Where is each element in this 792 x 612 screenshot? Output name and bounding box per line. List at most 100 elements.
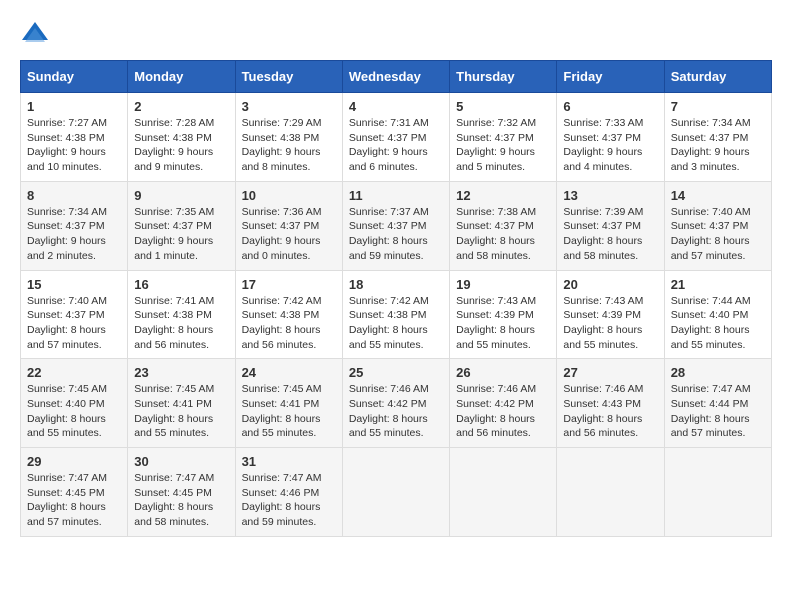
day-info: Sunrise: 7:40 AMSunset: 4:37 PMDaylight:… <box>671 205 765 264</box>
day-info: Sunrise: 7:39 AMSunset: 4:37 PMDaylight:… <box>563 205 657 264</box>
calendar-cell: 31 Sunrise: 7:47 AMSunset: 4:46 PMDaylig… <box>235 448 342 537</box>
day-number: 17 <box>242 277 336 292</box>
day-number: 28 <box>671 365 765 380</box>
day-info: Sunrise: 7:43 AMSunset: 4:39 PMDaylight:… <box>456 294 550 353</box>
day-info: Sunrise: 7:45 AMSunset: 4:40 PMDaylight:… <box>27 382 121 441</box>
page-header <box>20 20 772 50</box>
calendar-cell: 12 Sunrise: 7:38 AMSunset: 4:37 PMDaylig… <box>450 181 557 270</box>
calendar-cell: 11 Sunrise: 7:37 AMSunset: 4:37 PMDaylig… <box>342 181 449 270</box>
day-info: Sunrise: 7:45 AMSunset: 4:41 PMDaylight:… <box>134 382 228 441</box>
day-number: 3 <box>242 99 336 114</box>
logo-icon <box>20 20 50 50</box>
day-number: 21 <box>671 277 765 292</box>
day-number: 23 <box>134 365 228 380</box>
day-number: 1 <box>27 99 121 114</box>
day-number: 5 <box>456 99 550 114</box>
calendar-cell: 19 Sunrise: 7:43 AMSunset: 4:39 PMDaylig… <box>450 270 557 359</box>
day-number: 31 <box>242 454 336 469</box>
calendar-header-monday: Monday <box>128 61 235 93</box>
calendar-cell <box>450 448 557 537</box>
calendar-header-thursday: Thursday <box>450 61 557 93</box>
calendar-cell: 3 Sunrise: 7:29 AMSunset: 4:38 PMDayligh… <box>235 93 342 182</box>
day-info: Sunrise: 7:33 AMSunset: 4:37 PMDaylight:… <box>563 116 657 175</box>
day-number: 7 <box>671 99 765 114</box>
day-number: 25 <box>349 365 443 380</box>
day-info: Sunrise: 7:40 AMSunset: 4:37 PMDaylight:… <box>27 294 121 353</box>
calendar-cell: 15 Sunrise: 7:40 AMSunset: 4:37 PMDaylig… <box>21 270 128 359</box>
calendar-header-row: SundayMondayTuesdayWednesdayThursdayFrid… <box>21 61 772 93</box>
calendar-header-friday: Friday <box>557 61 664 93</box>
day-number: 24 <box>242 365 336 380</box>
calendar-cell: 7 Sunrise: 7:34 AMSunset: 4:37 PMDayligh… <box>664 93 771 182</box>
day-number: 13 <box>563 188 657 203</box>
day-number: 4 <box>349 99 443 114</box>
day-info: Sunrise: 7:28 AMSunset: 4:38 PMDaylight:… <box>134 116 228 175</box>
day-number: 9 <box>134 188 228 203</box>
day-number: 16 <box>134 277 228 292</box>
calendar-header-tuesday: Tuesday <box>235 61 342 93</box>
day-number: 12 <box>456 188 550 203</box>
calendar-cell: 20 Sunrise: 7:43 AMSunset: 4:39 PMDaylig… <box>557 270 664 359</box>
day-info: Sunrise: 7:47 AMSunset: 4:44 PMDaylight:… <box>671 382 765 441</box>
calendar-cell: 4 Sunrise: 7:31 AMSunset: 4:37 PMDayligh… <box>342 93 449 182</box>
calendar-cell: 24 Sunrise: 7:45 AMSunset: 4:41 PMDaylig… <box>235 359 342 448</box>
day-info: Sunrise: 7:32 AMSunset: 4:37 PMDaylight:… <box>456 116 550 175</box>
day-info: Sunrise: 7:47 AMSunset: 4:45 PMDaylight:… <box>134 471 228 530</box>
day-number: 22 <box>27 365 121 380</box>
day-number: 10 <box>242 188 336 203</box>
calendar-cell: 13 Sunrise: 7:39 AMSunset: 4:37 PMDaylig… <box>557 181 664 270</box>
day-number: 11 <box>349 188 443 203</box>
day-number: 6 <box>563 99 657 114</box>
calendar-cell: 30 Sunrise: 7:47 AMSunset: 4:45 PMDaylig… <box>128 448 235 537</box>
day-info: Sunrise: 7:47 AMSunset: 4:46 PMDaylight:… <box>242 471 336 530</box>
calendar-cell <box>342 448 449 537</box>
day-info: Sunrise: 7:37 AMSunset: 4:37 PMDaylight:… <box>349 205 443 264</box>
day-info: Sunrise: 7:35 AMSunset: 4:37 PMDaylight:… <box>134 205 228 264</box>
day-number: 26 <box>456 365 550 380</box>
calendar-cell: 27 Sunrise: 7:46 AMSunset: 4:43 PMDaylig… <box>557 359 664 448</box>
day-info: Sunrise: 7:41 AMSunset: 4:38 PMDaylight:… <box>134 294 228 353</box>
day-info: Sunrise: 7:34 AMSunset: 4:37 PMDaylight:… <box>27 205 121 264</box>
day-info: Sunrise: 7:44 AMSunset: 4:40 PMDaylight:… <box>671 294 765 353</box>
calendar-cell: 16 Sunrise: 7:41 AMSunset: 4:38 PMDaylig… <box>128 270 235 359</box>
calendar-cell <box>664 448 771 537</box>
day-number: 20 <box>563 277 657 292</box>
day-info: Sunrise: 7:36 AMSunset: 4:37 PMDaylight:… <box>242 205 336 264</box>
calendar-cell: 28 Sunrise: 7:47 AMSunset: 4:44 PMDaylig… <box>664 359 771 448</box>
day-info: Sunrise: 7:42 AMSunset: 4:38 PMDaylight:… <box>242 294 336 353</box>
day-number: 30 <box>134 454 228 469</box>
calendar-cell: 23 Sunrise: 7:45 AMSunset: 4:41 PMDaylig… <box>128 359 235 448</box>
day-info: Sunrise: 7:46 AMSunset: 4:42 PMDaylight:… <box>349 382 443 441</box>
logo <box>20 20 56 50</box>
day-info: Sunrise: 7:47 AMSunset: 4:45 PMDaylight:… <box>27 471 121 530</box>
calendar-cell: 26 Sunrise: 7:46 AMSunset: 4:42 PMDaylig… <box>450 359 557 448</box>
calendar-cell: 17 Sunrise: 7:42 AMSunset: 4:38 PMDaylig… <box>235 270 342 359</box>
day-number: 15 <box>27 277 121 292</box>
day-info: Sunrise: 7:31 AMSunset: 4:37 PMDaylight:… <box>349 116 443 175</box>
calendar-cell: 22 Sunrise: 7:45 AMSunset: 4:40 PMDaylig… <box>21 359 128 448</box>
calendar: SundayMondayTuesdayWednesdayThursdayFrid… <box>20 60 772 537</box>
calendar-cell: 29 Sunrise: 7:47 AMSunset: 4:45 PMDaylig… <box>21 448 128 537</box>
day-info: Sunrise: 7:45 AMSunset: 4:41 PMDaylight:… <box>242 382 336 441</box>
day-number: 18 <box>349 277 443 292</box>
calendar-cell: 10 Sunrise: 7:36 AMSunset: 4:37 PMDaylig… <box>235 181 342 270</box>
day-info: Sunrise: 7:46 AMSunset: 4:43 PMDaylight:… <box>563 382 657 441</box>
calendar-cell <box>557 448 664 537</box>
day-number: 2 <box>134 99 228 114</box>
calendar-cell: 21 Sunrise: 7:44 AMSunset: 4:40 PMDaylig… <box>664 270 771 359</box>
day-number: 27 <box>563 365 657 380</box>
day-info: Sunrise: 7:38 AMSunset: 4:37 PMDaylight:… <box>456 205 550 264</box>
calendar-cell: 18 Sunrise: 7:42 AMSunset: 4:38 PMDaylig… <box>342 270 449 359</box>
calendar-cell: 1 Sunrise: 7:27 AMSunset: 4:38 PMDayligh… <box>21 93 128 182</box>
calendar-cell: 25 Sunrise: 7:46 AMSunset: 4:42 PMDaylig… <box>342 359 449 448</box>
day-info: Sunrise: 7:42 AMSunset: 4:38 PMDaylight:… <box>349 294 443 353</box>
day-info: Sunrise: 7:29 AMSunset: 4:38 PMDaylight:… <box>242 116 336 175</box>
calendar-cell: 2 Sunrise: 7:28 AMSunset: 4:38 PMDayligh… <box>128 93 235 182</box>
calendar-cell: 9 Sunrise: 7:35 AMSunset: 4:37 PMDayligh… <box>128 181 235 270</box>
day-number: 8 <box>27 188 121 203</box>
day-number: 19 <box>456 277 550 292</box>
calendar-header-wednesday: Wednesday <box>342 61 449 93</box>
calendar-header-sunday: Sunday <box>21 61 128 93</box>
day-info: Sunrise: 7:46 AMSunset: 4:42 PMDaylight:… <box>456 382 550 441</box>
calendar-cell: 5 Sunrise: 7:32 AMSunset: 4:37 PMDayligh… <box>450 93 557 182</box>
